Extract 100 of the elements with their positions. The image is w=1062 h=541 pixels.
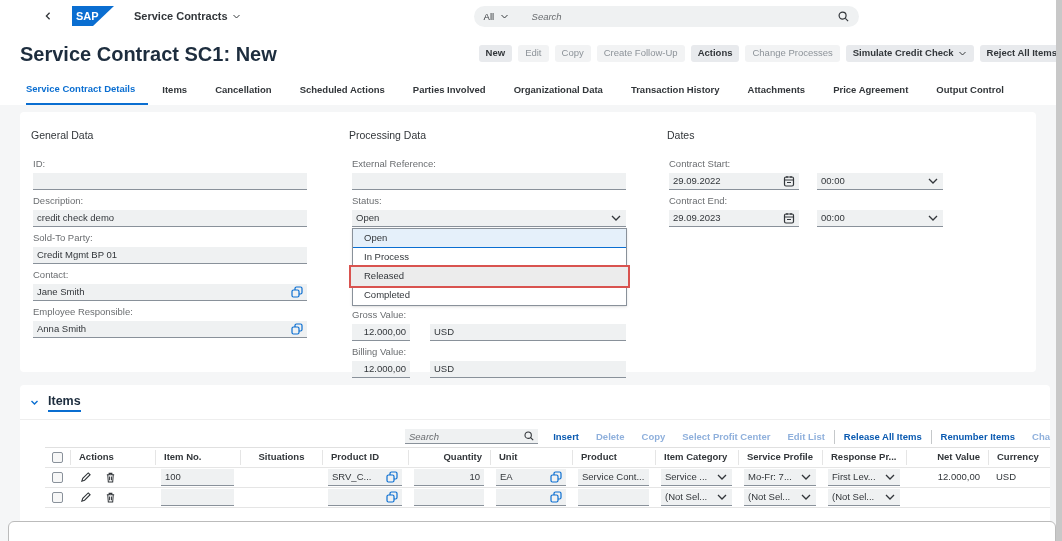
search-icon[interactable] bbox=[837, 10, 849, 22]
back-icon[interactable] bbox=[44, 12, 52, 20]
section-title: Dates bbox=[667, 128, 696, 143]
column-header: Quantity bbox=[408, 450, 490, 465]
tab[interactable]: Output Control bbox=[922, 75, 1018, 105]
select-field[interactable]: 00:00 bbox=[817, 173, 943, 190]
toolbar-link[interactable]: Release All Items bbox=[843, 429, 922, 444]
calendar-icon[interactable] bbox=[783, 212, 795, 224]
input-field[interactable]: credit check demo bbox=[33, 210, 307, 227]
app-title-menu[interactable]: Service Contracts bbox=[134, 7, 241, 25]
input-field[interactable]: 29.09.2022 bbox=[669, 173, 799, 190]
delete-icon[interactable] bbox=[105, 492, 116, 503]
input-field[interactable] bbox=[578, 489, 649, 506]
column-header: Product ID bbox=[322, 450, 408, 465]
field-label: Sold-To Party: bbox=[33, 230, 94, 245]
dropdown-option[interactable]: In Process bbox=[353, 247, 626, 267]
value-help-icon[interactable] bbox=[386, 491, 398, 503]
input-field[interactable] bbox=[328, 489, 402, 506]
value-help-icon[interactable] bbox=[386, 471, 398, 483]
page-title: Service Contract SC1: New bbox=[20, 41, 277, 67]
input-field[interactable]: Jane Smith bbox=[33, 284, 307, 301]
input-field[interactable]: USD bbox=[430, 361, 626, 378]
input-field[interactable]: EA bbox=[496, 469, 566, 486]
input-field[interactable]: 12.000,00 bbox=[352, 361, 410, 378]
field-label: Contact: bbox=[33, 267, 70, 282]
field-label: Description: bbox=[33, 193, 85, 208]
checkbox[interactable] bbox=[52, 492, 63, 503]
select-field[interactable]: Open bbox=[352, 210, 626, 227]
toolbar-link[interactable]: Renumber Items bbox=[940, 429, 1016, 444]
search-field[interactable]: Search bbox=[405, 429, 539, 444]
field-label: Gross Value: bbox=[352, 307, 408, 322]
column-header: Net Value bbox=[906, 450, 988, 465]
field-label: ID: bbox=[33, 156, 47, 171]
input-field[interactable]: 12.000,00 bbox=[352, 324, 410, 341]
field-label: Contract Start: bbox=[669, 156, 732, 171]
column-header: Unit bbox=[490, 450, 572, 465]
column-header: Product bbox=[572, 450, 655, 465]
input-field[interactable] bbox=[496, 489, 566, 506]
edit-icon[interactable] bbox=[80, 492, 91, 503]
input-field[interactable] bbox=[33, 173, 307, 190]
select-field[interactable]: First Lev... bbox=[828, 469, 900, 486]
table-cell-text: 12.000,00 bbox=[936, 470, 981, 485]
toolbar-link[interactable]: Insert bbox=[553, 429, 579, 444]
search-scope[interactable]: All bbox=[483, 9, 510, 24]
field-label: Employee Responsible: bbox=[33, 304, 134, 319]
field-label: External Reference: bbox=[352, 156, 437, 171]
column-header: Service Profile bbox=[738, 450, 822, 465]
input-field[interactable]: SRV_C... bbox=[328, 469, 402, 486]
calendar-icon[interactable] bbox=[783, 175, 795, 187]
tab[interactable]: Cancellation bbox=[201, 75, 286, 105]
column-header: Currency bbox=[988, 450, 1050, 465]
select-field[interactable]: Mo-Fr: 7... bbox=[744, 469, 816, 486]
tab[interactable]: Items bbox=[148, 75, 202, 105]
toolbar-button[interactable]: Simulate Credit Check bbox=[845, 45, 974, 62]
tab[interactable]: Attachments bbox=[733, 75, 820, 105]
tab[interactable]: Price Agreement bbox=[819, 75, 923, 105]
dropdown-option[interactable]: Completed bbox=[353, 285, 626, 305]
tab[interactable]: Parties Involved bbox=[398, 75, 500, 105]
column-header: Situations bbox=[240, 450, 322, 465]
input-field[interactable] bbox=[414, 489, 484, 506]
toolbar-button[interactable]: Actions bbox=[690, 45, 740, 62]
input-field[interactable]: Anna Smith bbox=[33, 321, 307, 338]
input-field[interactable] bbox=[352, 173, 626, 190]
toolbar-button[interactable]: Reject All Items bbox=[979, 45, 1056, 62]
tab[interactable]: Scheduled Actions bbox=[285, 75, 399, 105]
tab[interactable]: Transaction History bbox=[616, 75, 734, 105]
section-title: Items bbox=[48, 392, 81, 412]
input-field[interactable]: 100 bbox=[161, 469, 234, 486]
value-help-icon[interactable] bbox=[291, 286, 303, 298]
value-help-icon[interactable] bbox=[550, 471, 562, 483]
tab[interactable]: Organizational Data bbox=[499, 75, 617, 105]
input-field[interactable] bbox=[161, 489, 234, 506]
checkbox[interactable] bbox=[52, 452, 63, 463]
select-field[interactable]: Service ... bbox=[661, 469, 732, 486]
value-help-icon[interactable] bbox=[291, 323, 303, 335]
delete-icon[interactable] bbox=[105, 472, 116, 483]
edit-icon[interactable] bbox=[80, 472, 91, 483]
column-header: Response Pr... bbox=[822, 450, 906, 465]
select-field[interactable]: (Not Sel... bbox=[828, 489, 900, 506]
tab[interactable]: Service Contract Details bbox=[26, 75, 149, 105]
input-field[interactable]: Credit Mgmt BP 01 bbox=[33, 247, 307, 264]
search-icon[interactable] bbox=[524, 431, 535, 441]
input-field[interactable]: 10 bbox=[414, 469, 484, 486]
field-label: Billing Value: bbox=[352, 344, 408, 359]
field-label: Status: bbox=[352, 193, 383, 208]
input-field[interactable]: Service Cont... bbox=[578, 469, 649, 486]
section-title: General Data bbox=[31, 128, 95, 143]
value-help-icon[interactable] bbox=[550, 491, 562, 503]
column-header: Item Category bbox=[655, 450, 738, 465]
select-field[interactable]: 00:00 bbox=[817, 210, 943, 227]
logo: SAP bbox=[72, 6, 114, 26]
select-field[interactable]: (Not Sel... bbox=[661, 489, 732, 506]
section-title: Processing Data bbox=[349, 128, 428, 143]
toolbar-button[interactable]: New bbox=[478, 45, 513, 62]
input-field[interactable]: USD bbox=[430, 324, 626, 341]
dropdown-option[interactable]: Released bbox=[351, 266, 628, 286]
input-field[interactable]: 29.09.2023 bbox=[669, 210, 799, 227]
checkbox[interactable] bbox=[52, 472, 63, 483]
select-field[interactable]: (Not Sel... bbox=[744, 489, 816, 506]
dropdown-option[interactable]: Open bbox=[353, 228, 626, 248]
